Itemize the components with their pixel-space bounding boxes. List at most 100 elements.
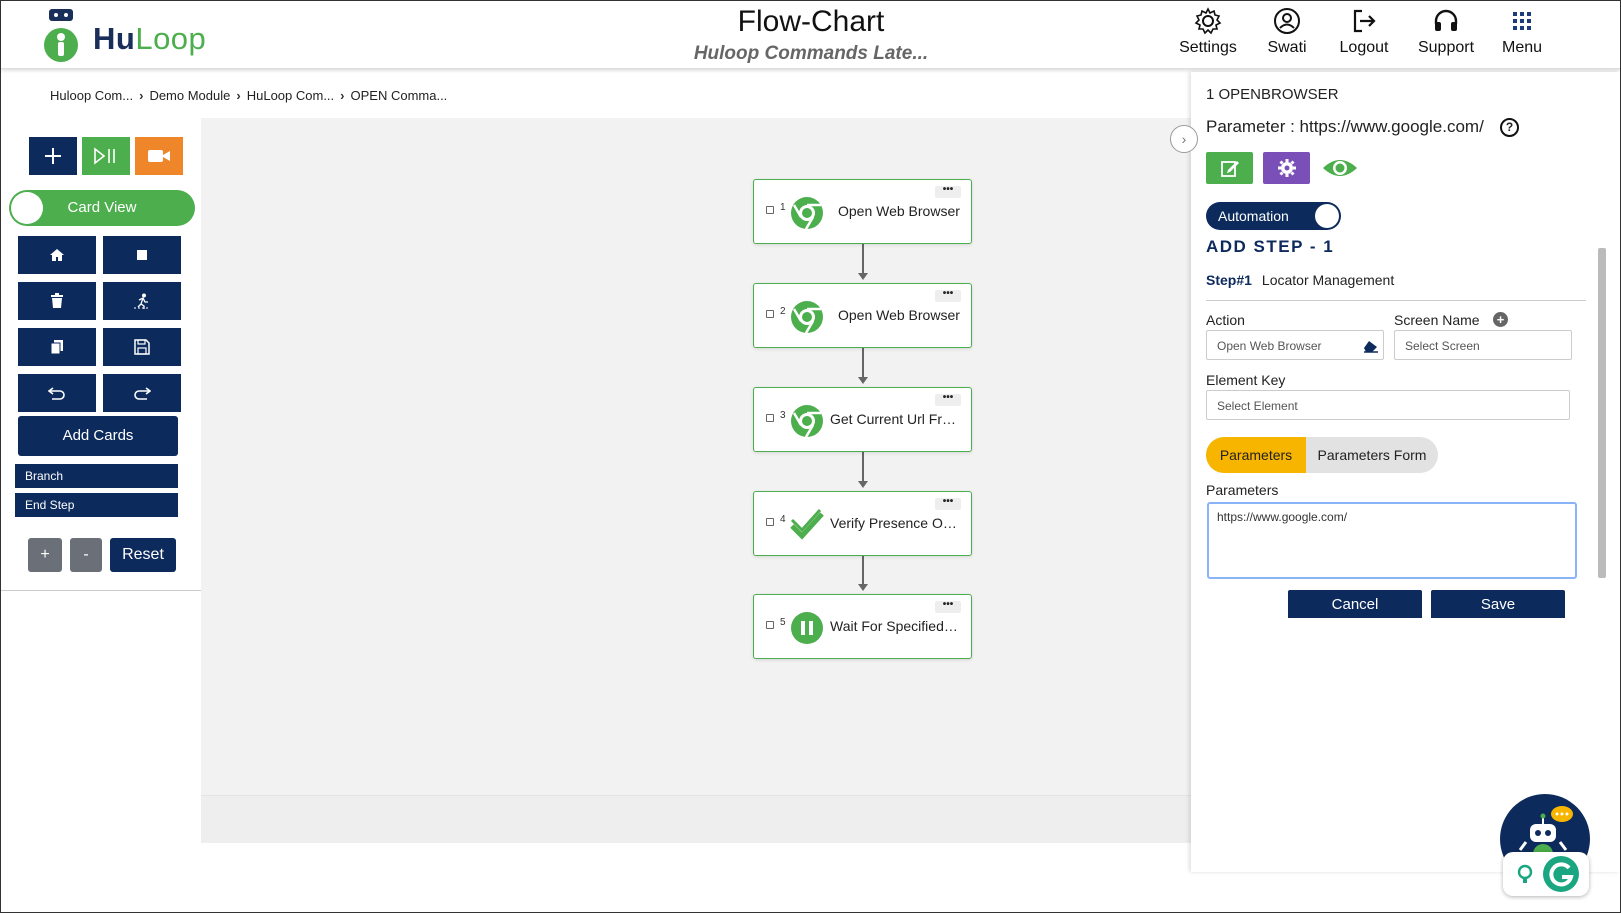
action-field[interactable]: Open Web Browser [1206,330,1384,360]
flow-card[interactable]: 2 Open Web Browser ••• [753,283,972,348]
logo-text: HuLoop [93,21,207,56]
user-icon [1274,8,1300,34]
reset-button[interactable]: Reset [110,538,176,572]
flow-card[interactable]: 4 Verify Presence Of ... ••• [753,491,972,556]
card-checkbox[interactable] [766,414,774,422]
chevron-right-icon: › [340,88,345,103]
settings-button[interactable] [1263,152,1310,184]
copy-button[interactable] [18,328,96,366]
nav-support-label: Support [1417,39,1475,56]
huloop-logo[interactable]: HuLoop [41,5,231,67]
screen-select[interactable]: Select Screen [1394,330,1572,360]
check-icon [790,508,824,540]
step-id: Step#1 [1206,272,1252,288]
floppy-disk-icon [134,339,150,355]
automation-toggle[interactable]: Automation [1206,202,1341,230]
redo-button[interactable] [103,374,181,412]
breadcrumb-item[interactable]: Demo Module [149,88,230,103]
add-button[interactable] [29,137,77,175]
gear-icon [1194,7,1222,35]
flow-card[interactable]: 1 Open Web Browser ••• [753,179,972,244]
card-view-label: Card View [67,199,137,216]
record-button[interactable] [135,137,183,175]
nav-settings[interactable]: Settings [1173,7,1243,57]
nav-menu[interactable]: Menu [1497,7,1547,57]
parameter-summary: Parameter : https://www.google.com/ [1206,117,1484,136]
breadcrumb-item[interactable]: HuLoop Com... [247,88,334,103]
copy-icon [50,340,63,355]
eye-icon [1323,160,1357,176]
chevron-right-icon: › [139,88,144,103]
top-header: HuLoop Flow-Chart Huloop Commands Late..… [1,1,1620,69]
card-menu-icon[interactable]: ••• [935,600,961,613]
page-title: Flow-Chart [737,5,885,38]
nav-menu-label: Menu [1501,39,1543,56]
home-button[interactable] [18,236,96,274]
end-step-button[interactable]: End Step [15,493,178,517]
nav-settings-label: Settings [1179,39,1237,56]
divider [1206,300,1586,301]
parameters-textarea[interactable]: https://www.google.com/ [1207,502,1577,579]
zoom-in-button[interactable]: + [28,538,62,572]
help-icon[interactable]: ? [1500,118,1519,137]
connector-line [862,452,864,482]
card-menu-icon[interactable]: ••• [935,289,961,302]
branch-button[interactable]: Branch [15,464,178,488]
undo-button[interactable] [18,374,96,412]
nav-logout[interactable]: Logout [1331,7,1397,57]
collapse-panel-button[interactable]: › [1170,125,1198,153]
eraser-icon[interactable] [1363,339,1379,353]
redo-icon [134,387,151,400]
card-label: Verify Presence Of ... [830,515,958,531]
card-checkbox[interactable] [766,206,774,214]
flow-card[interactable]: 3 Get Current Url Fro... ••• [753,387,972,452]
add-cards-button[interactable]: Add Cards [18,416,178,456]
save-flow-button[interactable] [103,328,181,366]
home-icon [50,249,64,261]
flow-card[interactable]: 5 Wait For Specified ... ••• [753,594,972,659]
tab-parameters[interactable]: Parameters [1206,437,1306,473]
breadcrumb: Huloop Com... › Demo Module › HuLoop Com..… [50,88,447,103]
flow-canvas[interactable] [201,118,1191,843]
card-menu-icon[interactable]: ••• [935,185,961,198]
arrow-down-icon [858,584,868,591]
cancel-button[interactable]: Cancel [1288,590,1422,618]
add-screen-icon[interactable]: + [1493,312,1508,327]
action-label: Action [1206,312,1245,328]
parameters-label: Parameters [1206,482,1279,498]
card-number: 1 [780,202,786,213]
nav-user[interactable]: Swati [1257,7,1317,57]
breadcrumb-item[interactable]: Huloop Com... [50,88,133,103]
element-select[interactable]: Select Element [1206,390,1570,420]
nav-support[interactable]: Support [1411,7,1481,57]
play-pause-icon [94,147,115,165]
breadcrumb-item[interactable]: OPEN Comma... [351,88,448,103]
card-checkbox[interactable] [766,518,774,526]
grammarly-widget[interactable] [1503,852,1589,896]
edit-icon [1220,161,1239,177]
preview-button[interactable] [1320,152,1360,184]
trash-icon [51,293,63,308]
action-value: Open Web Browser [1217,339,1322,353]
play-pause-button[interactable] [82,137,130,175]
card-menu-icon[interactable]: ••• [935,393,961,406]
card-view-toggle[interactable]: Card View [9,190,195,226]
edit-button[interactable] [1206,152,1253,184]
save-button[interactable]: Save [1431,590,1565,618]
run-step-button[interactable] [103,282,181,320]
card-menu-icon[interactable]: ••• [935,497,961,510]
stop-button[interactable] [103,236,181,274]
tab-parameters-form[interactable]: Parameters Form [1306,437,1438,473]
zoom-out-button[interactable]: - [70,538,102,572]
pause-icon [791,612,823,644]
runner-icon [134,293,150,309]
card-checkbox[interactable] [766,621,774,629]
card-checkbox[interactable] [766,310,774,318]
headset-icon [1434,9,1458,31]
chrome-icon [791,405,823,438]
automation-label: Automation [1218,208,1289,224]
panel-scrollbar[interactable] [1598,248,1606,578]
card-label: Wait For Specified ... [830,618,958,634]
delete-button[interactable] [18,282,96,320]
card-number: 3 [780,410,786,421]
